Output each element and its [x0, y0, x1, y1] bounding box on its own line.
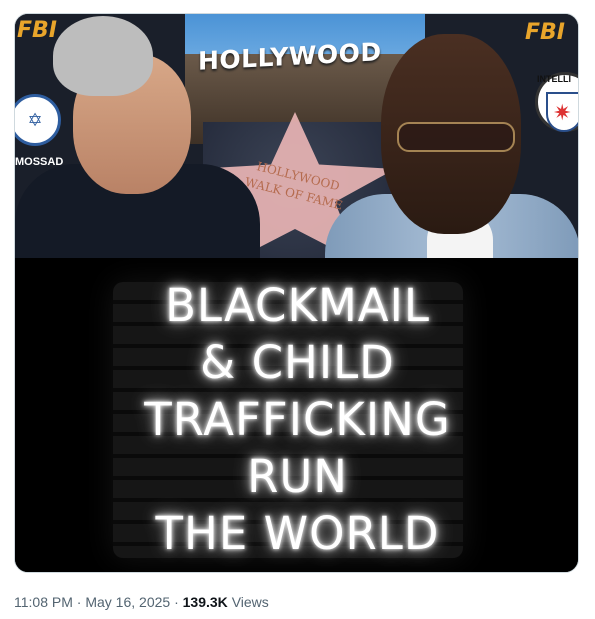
tweet-time-link[interactable]: 11:08 PM · May 16, 2025 — [14, 594, 170, 610]
neon-line-4: RUN — [247, 450, 348, 503]
person-right-photo — [305, 14, 578, 258]
neon-line-1: BLACKMAIL — [165, 279, 430, 332]
views-count: 139.3K — [182, 594, 228, 610]
neon-line-3: TRAFFICKING — [144, 393, 451, 446]
tweet-metadata: 11:08 PM · May 16, 2025 · 139.3K Views — [14, 594, 269, 610]
tweet-time: 11:08 PM — [14, 594, 73, 610]
neon-line-5: THE WORLD — [155, 507, 440, 560]
fbi-badge-left: FBI — [17, 18, 57, 43]
views-label: Views — [231, 594, 269, 610]
fbi-badge-right: FBI — [525, 20, 565, 45]
separator: · — [174, 594, 179, 610]
separator: · — [76, 594, 82, 610]
collage-image: HOLLYWOOD HOLLYWOOD WALK OF FAME FBI FBI… — [15, 14, 578, 258]
compass-star-icon: ✷ — [553, 100, 572, 125]
neon-line-2: & CHILD — [200, 336, 395, 389]
tweet-date: May 16, 2025 — [85, 594, 171, 610]
tweet-media-image[interactable]: HOLLYWOOD HOLLYWOOD WALK OF FAME FBI FBI… — [14, 13, 579, 573]
sunglasses — [397, 122, 515, 152]
cia-label: INTELLI — [537, 74, 571, 84]
mossad-label: MOSSAD — [15, 156, 64, 168]
neon-sign-image: BLACKMAIL & CHILD TRAFFICKING RUN THE WO… — [15, 258, 578, 572]
